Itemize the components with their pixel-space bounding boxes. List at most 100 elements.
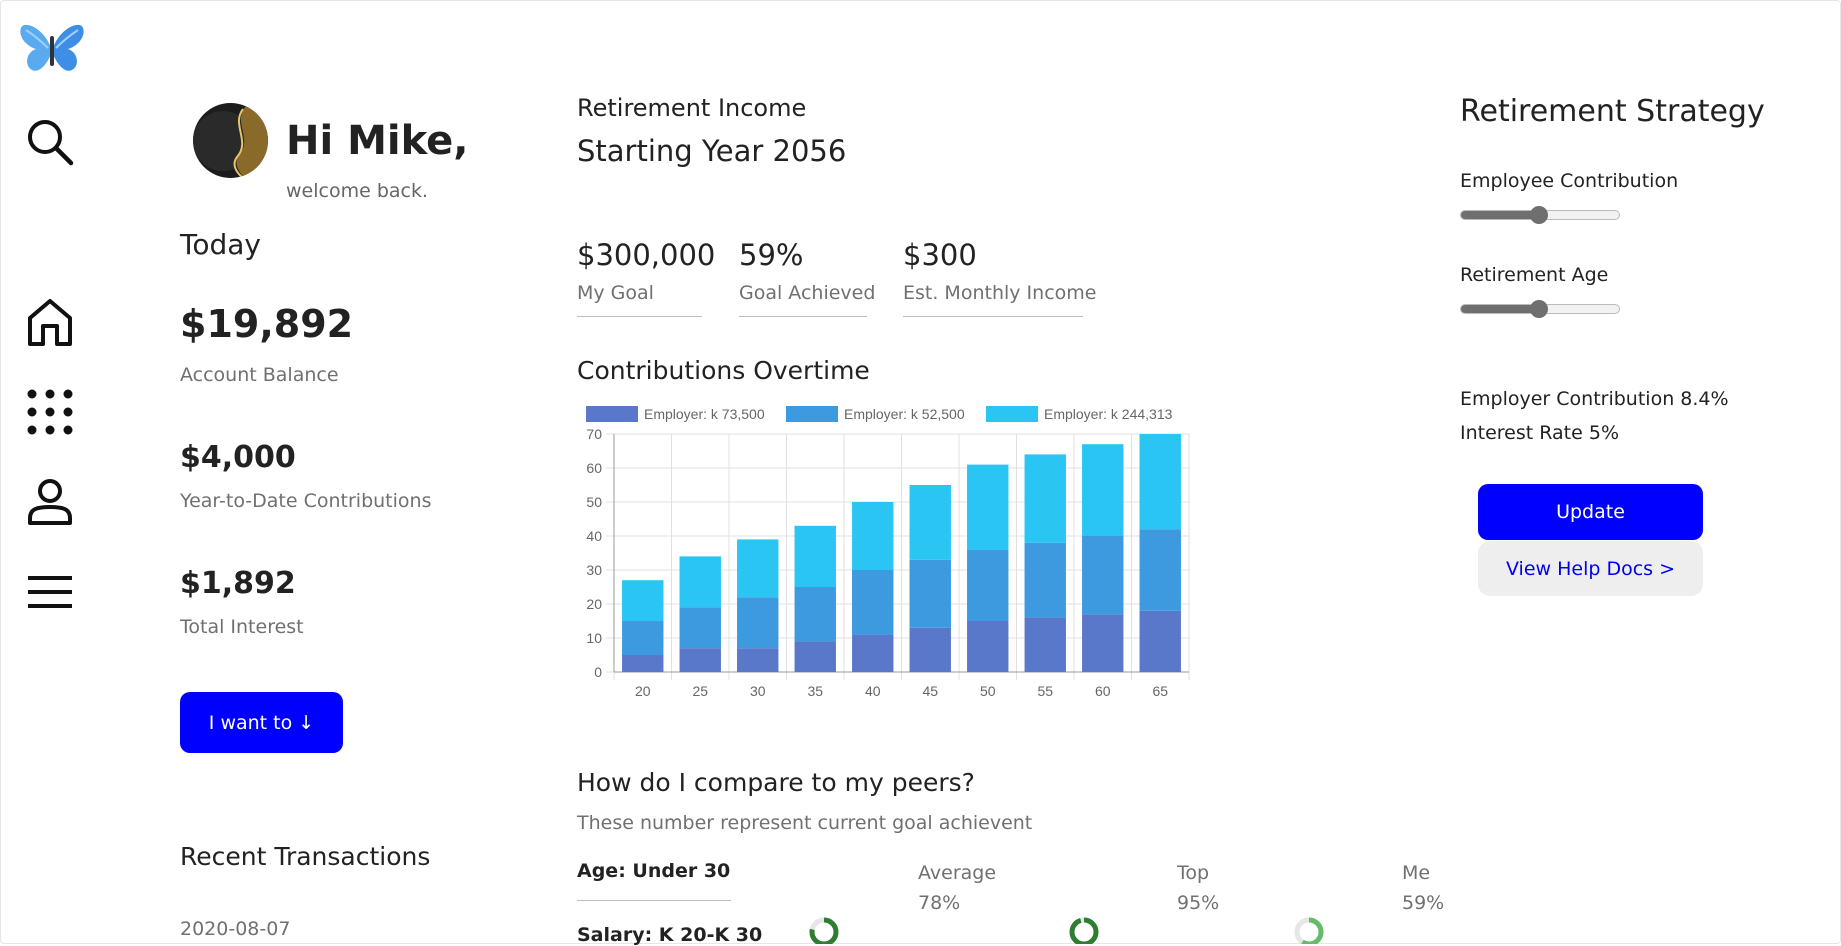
bar-segment [967, 621, 1009, 672]
retirement-age-slider[interactable] [1460, 299, 1620, 319]
peer-filter-salary[interactable]: Salary: K 20-K 30 [577, 924, 762, 946]
ytd-contributions-label: Year-to-Date Contributions [180, 490, 432, 512]
bar-segment [967, 464, 1009, 550]
avatar-image [193, 103, 268, 178]
slider-thumb[interactable] [1530, 206, 1548, 224]
x-tick-label: 65 [1152, 683, 1168, 699]
bar-segment [794, 587, 836, 642]
sidebar [0, 0, 100, 944]
bar-segment [909, 559, 951, 628]
bar-segment [1082, 614, 1124, 672]
peer-column-label: Average [918, 862, 997, 884]
y-tick-label: 50 [586, 494, 602, 510]
bar-segment [622, 580, 664, 621]
goal-stat-goal-achieved: 59% Goal Achieved [739, 238, 876, 317]
home-icon[interactable] [26, 298, 74, 348]
peer-column-average: Average 78% [918, 862, 996, 914]
legend-swatch [986, 406, 1038, 422]
x-tick-label: 40 [865, 683, 881, 699]
account-balance-label: Account Balance [180, 364, 339, 386]
legend-label: Employer: k 244,313 [1044, 406, 1173, 422]
peer-filter-divider [577, 900, 731, 901]
bar-segment [1024, 454, 1066, 543]
y-tick-label: 60 [586, 460, 602, 476]
goal-stat-label: My Goal [577, 282, 654, 304]
apps-grid-icon[interactable] [26, 388, 74, 436]
bar-segment [1024, 542, 1066, 618]
peer-column-value: 78% [918, 892, 961, 914]
y-tick-label: 40 [586, 528, 602, 544]
transaction-date: 2020-08-07 [180, 918, 291, 940]
goal-stat-divider [903, 316, 1083, 317]
x-tick-label: 60 [1095, 683, 1111, 699]
bar-segment [852, 570, 894, 635]
menu-icon[interactable] [26, 574, 74, 610]
peer-column-top: Top 95% [1177, 862, 1219, 914]
x-tick-label: 50 [980, 683, 996, 699]
retirement-income-label: Retirement Income [577, 94, 807, 122]
goal-stat-value: $300 [903, 238, 977, 272]
bar-segment [622, 621, 664, 655]
bar-segment [1024, 617, 1066, 672]
bar-segment [794, 525, 836, 587]
bar-segment [679, 648, 721, 672]
bar-segment [909, 485, 951, 560]
y-tick-label: 30 [586, 562, 602, 578]
bar-segment [1139, 434, 1181, 530]
starting-year: Starting Year 2056 [577, 134, 847, 168]
peer-column-me: Me 59% [1402, 862, 1444, 914]
x-tick-label: 25 [692, 683, 708, 699]
contributions-chart: Employer: k 73,500 Employer: k 52,500 Empl… [586, 406, 1190, 699]
peer-filter-age[interactable]: Age: Under 30 [577, 860, 730, 882]
bar-segment [794, 641, 836, 672]
greeting: Hi Mike, [286, 118, 469, 164]
recent-transactions-title: Recent Transactions [180, 842, 431, 871]
i-want-to-button[interactable]: I want to ↓ [180, 692, 343, 753]
bar-segment [679, 556, 721, 608]
y-tick-label: 70 [586, 426, 602, 442]
legend-label: Employer: k 52,500 [844, 406, 965, 422]
retirement-age-label: Retirement Age [1460, 264, 1609, 286]
x-tick-label: 55 [1037, 683, 1053, 699]
ring-progress [1069, 917, 1099, 944]
bar-segment [737, 648, 779, 672]
goal-stat-divider [577, 316, 702, 317]
bar-segment [1082, 444, 1124, 536]
butterfly-logo-icon[interactable] [18, 22, 86, 78]
bar-segment [852, 634, 894, 672]
legend-swatch [786, 406, 838, 422]
bar-segment [737, 597, 779, 649]
slider-thumb[interactable] [1530, 300, 1548, 318]
bar-segment [737, 539, 779, 598]
legend-swatch [586, 406, 638, 422]
slider-fill [1461, 211, 1540, 219]
peer-column-value: 59% [1402, 892, 1445, 914]
goal-stat-monthly-income: $300 Est. Monthly Income [903, 238, 1097, 317]
peer-ring-top [1069, 917, 1099, 944]
search-icon[interactable] [26, 118, 74, 166]
ytd-contributions-value: $4,000 [180, 440, 296, 475]
slider-fill [1461, 305, 1540, 313]
peers-subtitle: These number represent current goal achi… [577, 812, 1033, 834]
view-help-docs-button[interactable]: View Help Docs > [1478, 541, 1703, 596]
update-button[interactable]: Update [1478, 484, 1703, 540]
employee-contribution-slider[interactable] [1460, 205, 1620, 225]
bar-segment [909, 627, 951, 672]
avatar[interactable] [193, 103, 268, 178]
bar-segment [852, 502, 894, 570]
goal-stat-label: Est. Monthly Income [903, 282, 1097, 304]
peers-title: How do I compare to my peers? [577, 768, 975, 797]
x-tick-label: 30 [750, 683, 766, 699]
bar-segment [1139, 610, 1181, 672]
peer-column-label: Me [1402, 862, 1431, 884]
user-icon[interactable] [26, 478, 74, 526]
bar-segment [679, 607, 721, 649]
peer-column-value: 95% [1177, 892, 1220, 914]
bar-segment [622, 655, 664, 672]
goal-stat-value: $300,000 [577, 238, 716, 272]
goal-stat-label: Goal Achieved [739, 282, 876, 304]
x-tick-label: 20 [635, 683, 651, 699]
bar-segment [1139, 529, 1181, 611]
strategy-title: Retirement Strategy [1460, 94, 1765, 129]
goal-stat-my-goal: $300,000 My Goal [577, 238, 716, 317]
